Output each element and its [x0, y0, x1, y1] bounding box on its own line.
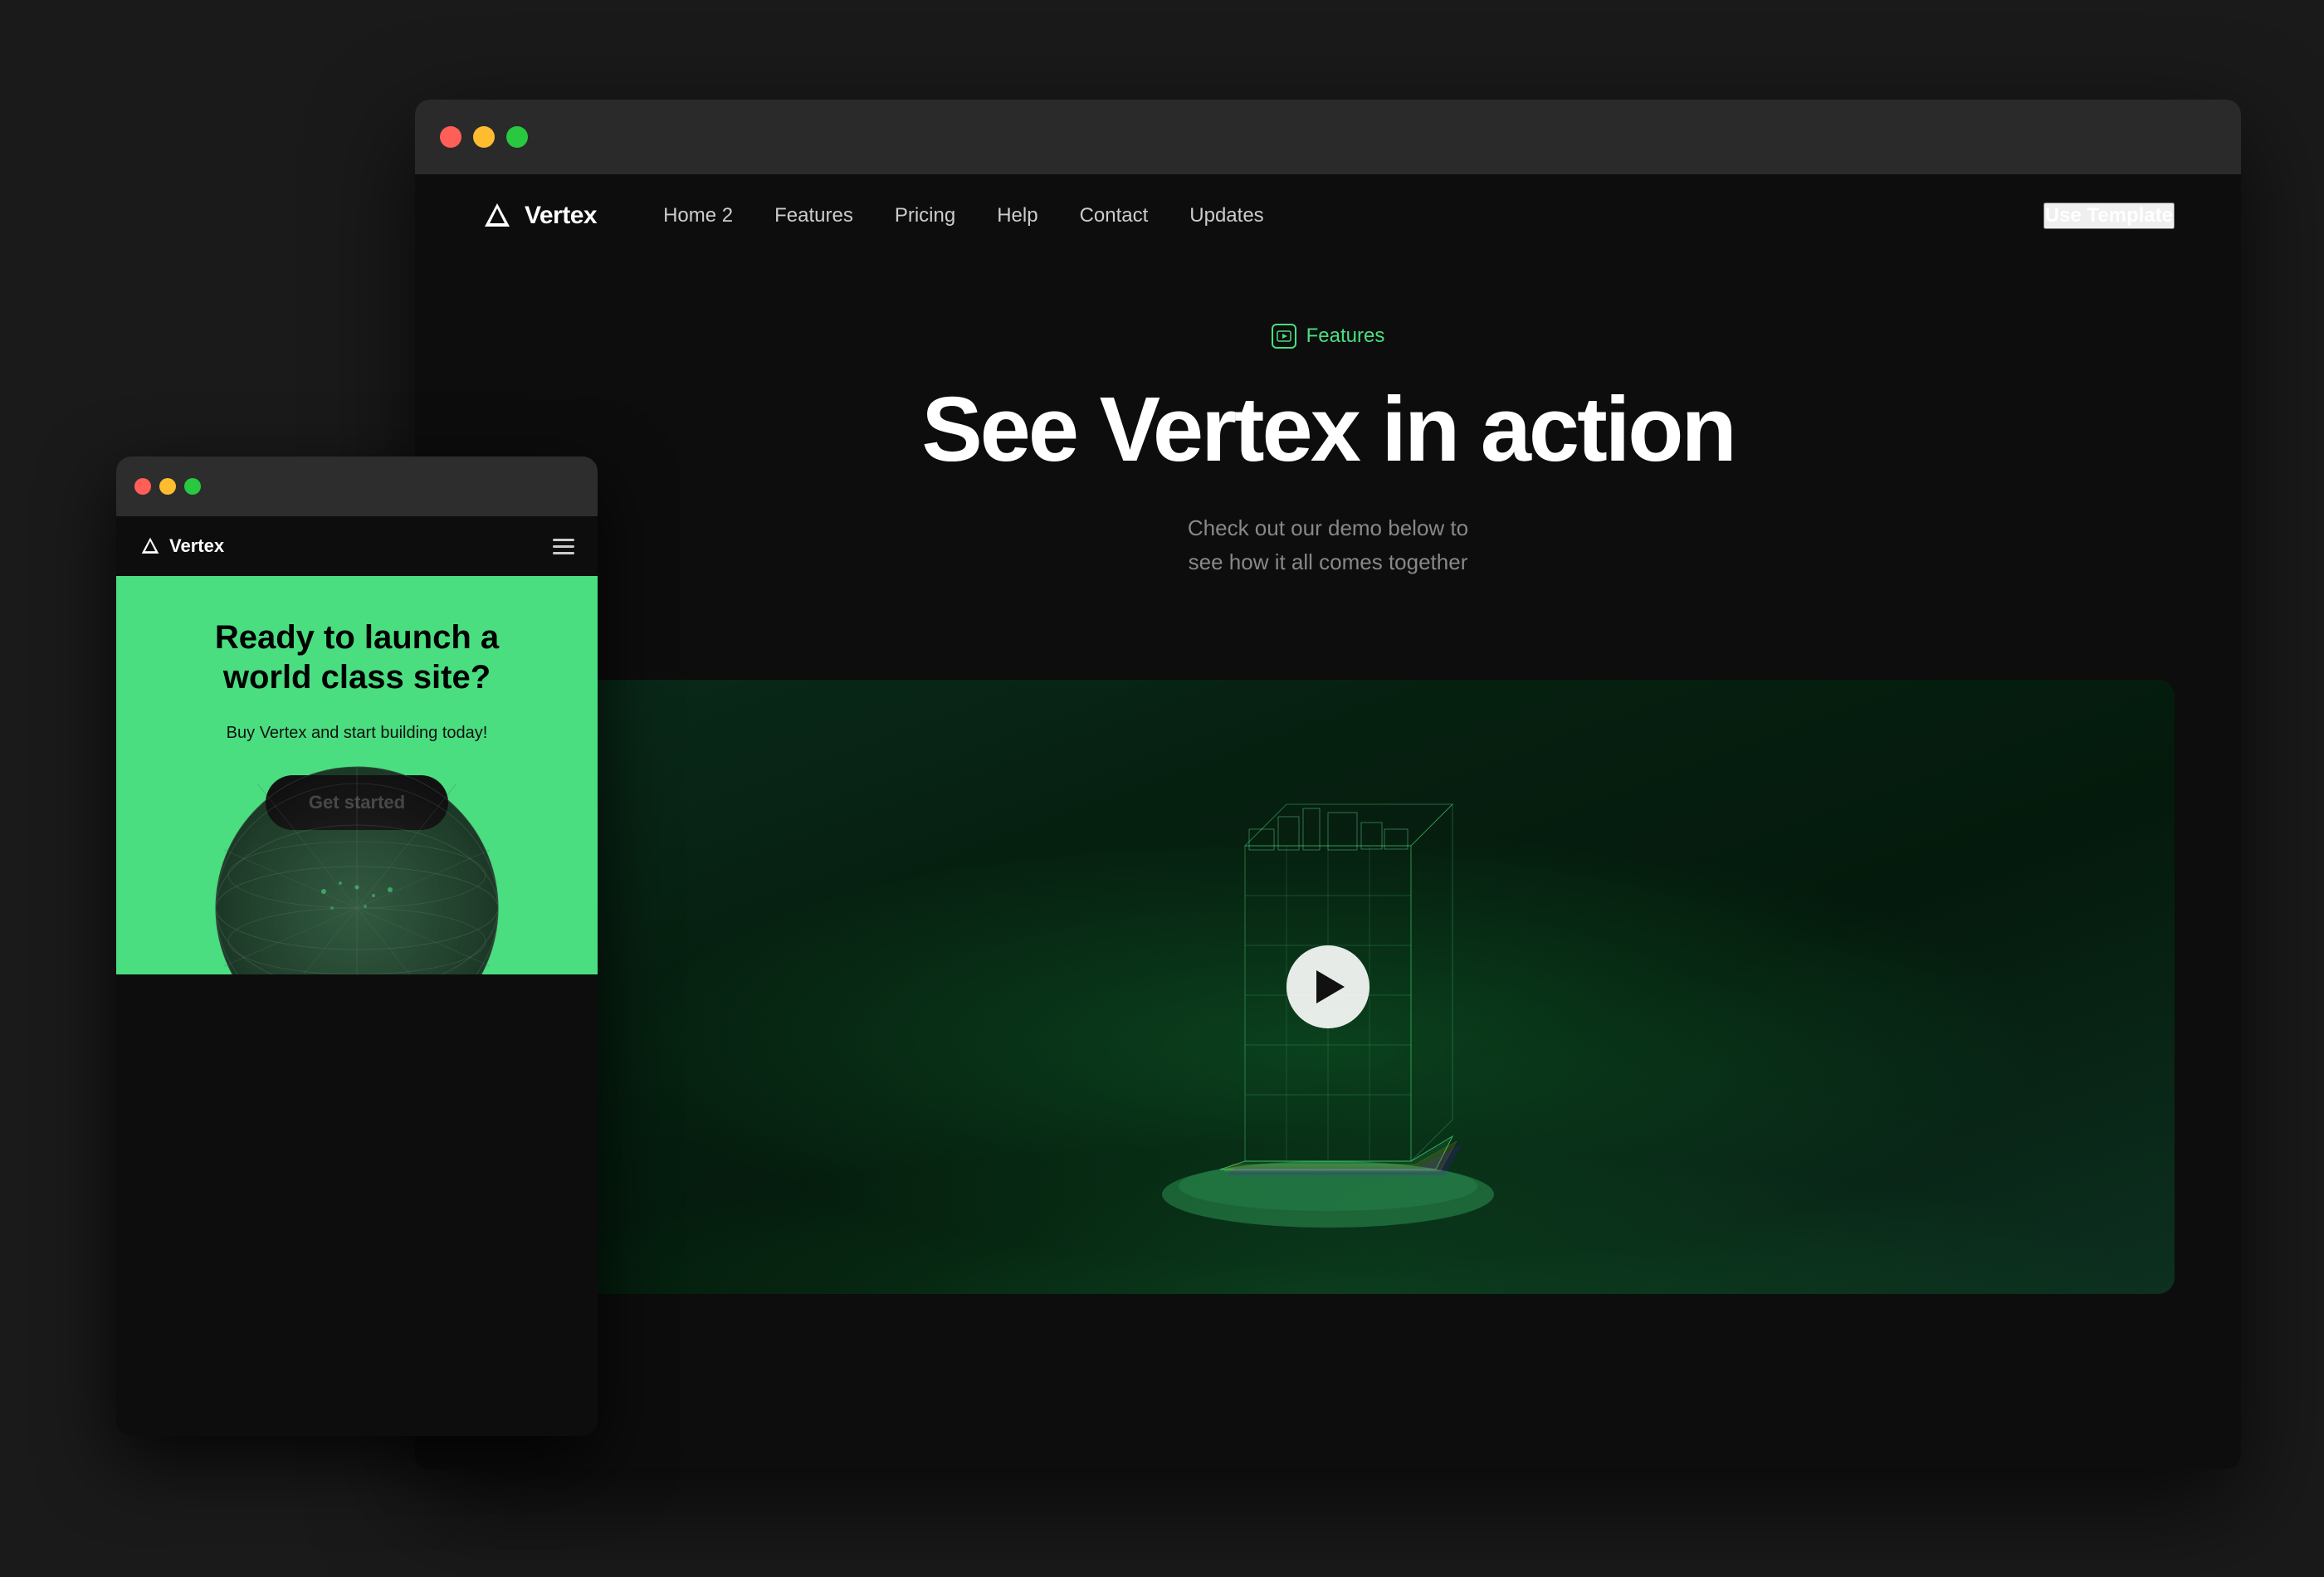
mobile-logo: Vertex — [139, 535, 224, 557]
nav-link-pricing[interactable]: Pricing — [895, 204, 955, 227]
mobile-logo-icon — [139, 535, 161, 557]
mobile-hero-section: Ready to launch a world class site? Buy … — [116, 576, 598, 974]
badge-text: Features — [1306, 325, 1385, 348]
website-content: Vertex Home 2 Features Pricing Help Cont… — [415, 174, 2241, 1469]
hero-title: See Vertex in action — [481, 382, 2175, 478]
mobile-maximize-button[interactable] — [184, 478, 201, 495]
mobile-close-button[interactable] — [134, 478, 151, 495]
nav-link-updates[interactable]: Updates — [1189, 204, 1263, 227]
hamburger-line-2 — [553, 545, 574, 548]
nav-link-help[interactable]: Help — [997, 204, 1038, 227]
nav-link-features[interactable]: Features — [774, 204, 853, 227]
mobile-title-line2: world class site? — [223, 659, 491, 696]
video-container[interactable] — [481, 680, 2175, 1294]
hero-subtitle: Check out our demo below to see how it a… — [1038, 511, 1618, 580]
features-badge: Features — [1272, 324, 1385, 349]
badge-icon — [1272, 324, 1296, 349]
mobile-website-content: Vertex Ready to launch a world class sit… — [116, 516, 598, 1436]
nav-logo: Vertex — [481, 200, 597, 232]
use-template-button[interactable]: Use Template — [2043, 203, 2175, 229]
hamburger-menu-button[interactable] — [553, 539, 574, 554]
mobile-titlebar — [116, 456, 598, 516]
mobile-hero-title: Ready to launch a world class site? — [215, 618, 499, 697]
hamburger-line-3 — [553, 552, 574, 554]
desktop-browser: Vertex Home 2 Features Pricing Help Cont… — [415, 100, 2241, 1469]
minimize-button[interactable] — [473, 126, 495, 148]
nav-logo-text: Vertex — [525, 202, 597, 230]
site-nav: Vertex Home 2 Features Pricing Help Cont… — [415, 174, 2241, 257]
mobile-hero-subtitle: Buy Vertex and start building today! — [227, 720, 488, 745]
hero-subtitle-line2: see how it all comes together — [1189, 549, 1468, 574]
desktop-titlebar — [415, 100, 2241, 174]
nav-links: Home 2 Features Pricing Help Contact Upd… — [663, 204, 2043, 227]
hero-section: Features See Vertex in action Check out … — [415, 257, 2241, 680]
maximize-button[interactable] — [506, 126, 528, 148]
close-button[interactable] — [440, 126, 461, 148]
play-icon — [1316, 970, 1345, 1003]
mobile-logo-text: Vertex — [169, 535, 224, 557]
hero-subtitle-line1: Check out our demo below to — [1188, 515, 1468, 540]
nav-link-contact[interactable]: Contact — [1080, 204, 1149, 227]
mobile-minimize-button[interactable] — [159, 478, 176, 495]
vertex-logo-icon — [481, 200, 513, 232]
globe-graphic — [208, 759, 506, 974]
hamburger-line-1 — [553, 539, 574, 541]
mobile-title-line1: Ready to launch a — [215, 619, 499, 656]
mobile-browser: Vertex Ready to launch a world class sit… — [116, 456, 598, 1436]
play-button[interactable] — [1286, 945, 1370, 1028]
mobile-nav: Vertex — [116, 516, 598, 576]
nav-link-home2[interactable]: Home 2 — [663, 204, 733, 227]
